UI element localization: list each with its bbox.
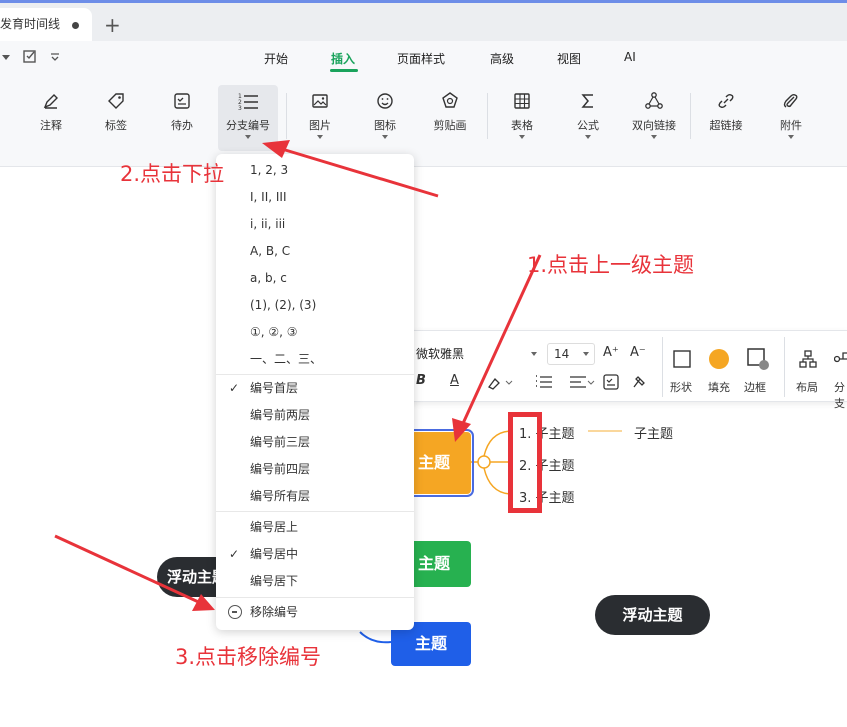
arrow-step-3 — [54, 534, 206, 607]
arrow-step-2 — [271, 144, 439, 198]
annotation-arrows — [54, 140, 542, 611]
arrow-step-1 — [458, 254, 542, 431]
